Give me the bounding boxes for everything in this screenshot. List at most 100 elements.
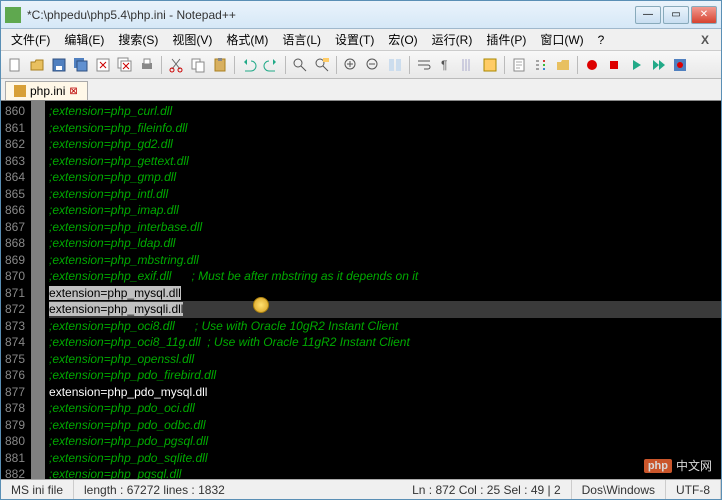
line-number: 863 <box>5 153 25 170</box>
menu-window[interactable]: 窗口(W) <box>534 29 589 50</box>
status-filetype: MS ini file <box>1 480 74 499</box>
line-numbers: 8608618628638648658668678688698708718728… <box>1 101 31 479</box>
code-line[interactable]: ;extension=php_pdo_pgsql.dll <box>49 433 721 450</box>
menu-run[interactable]: 运行(R) <box>426 29 479 50</box>
tab-bar: php.ini ⊠ <box>1 79 721 101</box>
code-line[interactable]: ;extension=php_ldap.dll <box>49 235 721 252</box>
save-all-icon[interactable] <box>71 55 91 75</box>
indent-guide-icon[interactable] <box>458 55 478 75</box>
play-multi-icon[interactable] <box>648 55 668 75</box>
word-wrap-icon[interactable] <box>414 55 434 75</box>
code-line[interactable]: ;extension=php_mbstring.dll <box>49 252 721 269</box>
toolbar: ¶ <box>1 51 721 79</box>
editor[interactable]: 8608618628638648658668678688698708718728… <box>1 101 721 479</box>
fold-margin[interactable] <box>31 101 45 479</box>
tab-close-icon[interactable]: ⊠ <box>69 86 79 96</box>
code-line[interactable]: ;extension=php_pgsql.dll <box>49 466 721 479</box>
code-line[interactable]: extension=php_mysqli.dll <box>49 301 721 318</box>
menu-help[interactable]: ? <box>592 31 611 49</box>
zoom-in-icon[interactable] <box>341 55 361 75</box>
find-icon[interactable] <box>290 55 310 75</box>
save-macro-icon[interactable] <box>670 55 690 75</box>
line-number: 869 <box>5 252 25 269</box>
code-line[interactable]: ;extension=php_gd2.dll <box>49 136 721 153</box>
doc-map-icon[interactable] <box>509 55 529 75</box>
zoom-out-icon[interactable] <box>363 55 383 75</box>
separator <box>577 56 578 74</box>
code-line[interactable]: ;extension=php_openssl.dll <box>49 351 721 368</box>
watermark-text: 中文网 <box>676 457 712 474</box>
undo-icon[interactable] <box>239 55 259 75</box>
tab-label: php.ini <box>30 84 65 98</box>
code-line[interactable]: ;extension=php_pdo_odbc.dll <box>49 417 721 434</box>
code-line[interactable]: ;extension=php_pdo_firebird.dll <box>49 367 721 384</box>
show-all-chars-icon[interactable]: ¶ <box>436 55 456 75</box>
separator <box>161 56 162 74</box>
line-number: 874 <box>5 334 25 351</box>
menu-search[interactable]: 搜索(S) <box>112 29 164 50</box>
menu-plugins[interactable]: 插件(P) <box>480 29 532 50</box>
status-length: length : 67272 lines : 1832 <box>74 480 402 499</box>
close-button[interactable]: ✕ <box>691 6 717 24</box>
user-lang-icon[interactable] <box>480 55 500 75</box>
code-line[interactable]: ;extension=php_pdo_sqlite.dll <box>49 450 721 467</box>
menu-view[interactable]: 视图(V) <box>166 29 218 50</box>
code-line[interactable]: ;extension=php_pdo_oci.dll <box>49 400 721 417</box>
line-number: 871 <box>5 285 25 302</box>
stop-macro-icon[interactable] <box>604 55 624 75</box>
line-number: 867 <box>5 219 25 236</box>
status-encoding[interactable]: UTF-8 <box>666 480 721 499</box>
menu-edit[interactable]: 编辑(E) <box>58 29 110 50</box>
menu-file[interactable]: 文件(F) <box>5 29 56 50</box>
menu-language[interactable]: 语言(L) <box>276 29 327 50</box>
code-line[interactable]: ;extension=php_gettext.dll <box>49 153 721 170</box>
code-line[interactable]: ;extension=php_curl.dll <box>49 103 721 120</box>
code-line[interactable]: ;extension=php_oci8.dll ; Use with Oracl… <box>49 318 721 335</box>
menu-format[interactable]: 格式(M) <box>220 29 274 50</box>
play-macro-icon[interactable] <box>626 55 646 75</box>
sync-scroll-icon[interactable] <box>385 55 405 75</box>
title-bar: *C:\phpedu\php5.4\php.ini - Notepad++ — … <box>1 1 721 29</box>
open-file-icon[interactable] <box>27 55 47 75</box>
code-line[interactable]: ;extension=php_gmp.dll <box>49 169 721 186</box>
maximize-button[interactable]: ▭ <box>663 6 689 24</box>
replace-icon[interactable] <box>312 55 332 75</box>
watermark-logo: php <box>644 459 672 473</box>
print-icon[interactable] <box>137 55 157 75</box>
status-eol[interactable]: Dos\Windows <box>572 480 666 499</box>
redo-icon[interactable] <box>261 55 281 75</box>
menu-macro[interactable]: 宏(O) <box>382 29 423 50</box>
status-bar: MS ini file length : 67272 lines : 1832 … <box>1 479 721 499</box>
close-all-icon[interactable] <box>115 55 135 75</box>
record-macro-icon[interactable] <box>582 55 602 75</box>
code-line[interactable]: ;extension=php_interbase.dll <box>49 219 721 236</box>
code-line[interactable]: ;extension=php_imap.dll <box>49 202 721 219</box>
save-icon[interactable] <box>49 55 69 75</box>
line-number: 870 <box>5 268 25 285</box>
copy-icon[interactable] <box>188 55 208 75</box>
code-area[interactable]: ;extension=php_curl.dll;extension=php_fi… <box>49 101 721 479</box>
function-list-icon[interactable] <box>531 55 551 75</box>
folder-view-icon[interactable] <box>553 55 573 75</box>
code-line[interactable]: ;extension=php_oci8_11g.dll ; Use with O… <box>49 334 721 351</box>
code-line[interactable]: extension=php_mysql.dll <box>49 285 721 302</box>
code-line[interactable]: ;extension=php_fileinfo.dll <box>49 120 721 137</box>
menu-settings[interactable]: 设置(T) <box>329 29 380 50</box>
file-tab[interactable]: php.ini ⊠ <box>5 81 88 100</box>
window-title: *C:\phpedu\php5.4\php.ini - Notepad++ <box>27 8 635 22</box>
close-file-icon[interactable] <box>93 55 113 75</box>
app-icon <box>5 7 21 23</box>
window-buttons: — ▭ ✕ <box>635 6 717 24</box>
code-line[interactable]: ;extension=php_exif.dll ; Must be after … <box>49 268 721 285</box>
new-file-icon[interactable] <box>5 55 25 75</box>
minimize-button[interactable]: — <box>635 6 661 24</box>
line-number: 860 <box>5 103 25 120</box>
line-number: 872 <box>5 301 25 318</box>
menu-close-x[interactable]: X <box>693 33 717 47</box>
line-number: 882 <box>5 466 25 479</box>
code-line[interactable]: extension=php_pdo_mysql.dll <box>49 384 721 401</box>
cut-icon[interactable] <box>166 55 186 75</box>
paste-icon[interactable] <box>210 55 230 75</box>
line-number: 878 <box>5 400 25 417</box>
code-line[interactable]: ;extension=php_intl.dll <box>49 186 721 203</box>
